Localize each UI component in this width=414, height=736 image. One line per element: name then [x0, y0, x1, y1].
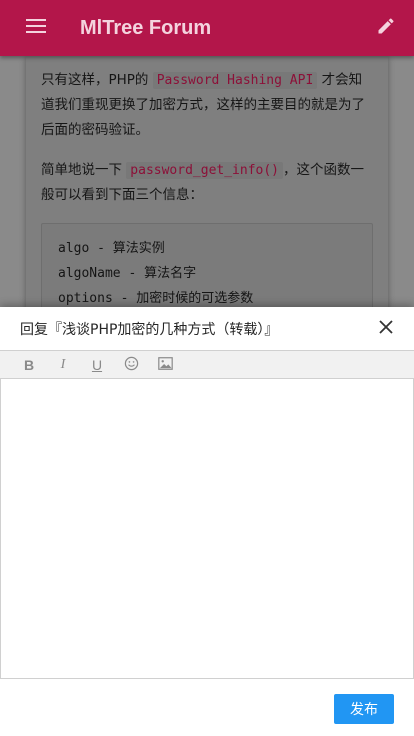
reply-title: 回复『浅谈PHP加密的几种方式（转载）』: [20, 321, 279, 338]
image-icon: [157, 356, 173, 373]
app-title: MlTree Forum: [80, 16, 212, 39]
close-icon: [379, 319, 393, 338]
edit-button[interactable]: [358, 0, 414, 56]
editor-toolbar: B I U: [0, 350, 414, 379]
close-button[interactable]: [374, 317, 398, 341]
app-bar: MlTree Forum: [0, 0, 414, 56]
italic-button[interactable]: I: [46, 351, 80, 378]
smiley-icon: [124, 356, 139, 374]
paragraph-text: 只有这样，PHP的: [41, 72, 153, 88]
bold-button[interactable]: B: [12, 351, 46, 378]
reply-header: 回复『浅谈PHP加密的几种方式（转载）』: [0, 307, 414, 350]
post-paragraph: 只有这样，PHP的 Password Hashing API 才会知道我们重现更…: [41, 68, 373, 143]
inline-code: Password Hashing API: [152, 72, 318, 89]
menu-icon: [26, 18, 46, 38]
publish-button[interactable]: 发布: [334, 694, 394, 724]
code-line: algoName - 算法名字: [58, 266, 197, 281]
pencil-icon: [376, 16, 396, 40]
emoji-button[interactable]: [114, 351, 148, 378]
inline-code: password_get_info(): [126, 162, 284, 179]
image-button[interactable]: [148, 351, 182, 378]
reply-editor[interactable]: [0, 379, 414, 679]
reply-sheet: 回复『浅谈PHP加密的几种方式（转载）』 B I U 发布: [0, 307, 414, 736]
underline-button[interactable]: U: [80, 351, 114, 378]
post-paragraph: 简单地说一下 password_get_info() ，这个函数一般可以看到下面三…: [41, 158, 373, 208]
menu-button[interactable]: [0, 0, 72, 56]
code-line: algo - 算法实例: [58, 241, 165, 256]
paragraph-text: 简单地说一下: [41, 162, 127, 178]
